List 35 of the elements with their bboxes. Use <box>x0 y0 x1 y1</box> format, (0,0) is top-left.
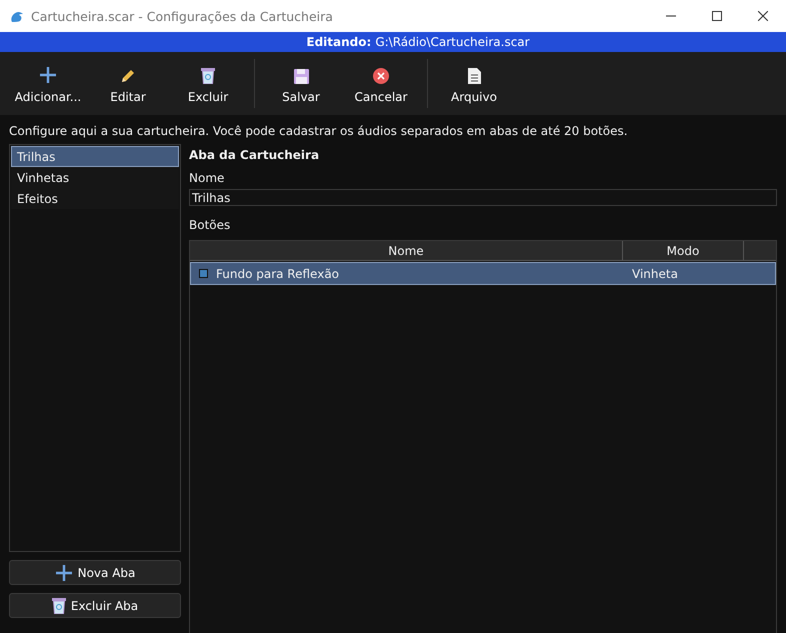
toolbar-button[interactable]: Salvar <box>261 52 341 115</box>
save-icon <box>294 68 308 84</box>
tab-list-item[interactable]: Vinhetas <box>11 167 179 188</box>
editing-label: Editando: <box>306 35 372 49</box>
column-header[interactable]: Modo <box>623 241 744 260</box>
close-icon <box>758 11 768 21</box>
toolbar-button[interactable]: Arquivo <box>434 52 514 115</box>
column-header[interactable]: Nome <box>190 241 623 260</box>
table-row[interactable]: Fundo para Reflexão Vinheta <box>190 262 776 285</box>
toolbar-button[interactable]: Cancelar <box>341 52 421 115</box>
square-icon <box>199 269 208 278</box>
plus-icon <box>54 564 73 582</box>
intro-text: Configure aqui a sua cartucheira. Você pode cadastrar os áudios separados em abas de até 20 botões. <box>8 123 629 140</box>
trash-icon <box>52 598 66 614</box>
toolbar-button[interactable]: Editar <box>88 52 168 115</box>
table-cell: Fundo para Reflexão <box>216 266 340 280</box>
pencil-icon <box>120 68 136 84</box>
tab-action-button[interactable]: Nova Aba <box>9 560 181 585</box>
toolbar-button[interactable]: Adicionar... <box>8 52 88 115</box>
name-label: Nome <box>189 171 226 185</box>
name-input-field[interactable]: Trilhas <box>189 189 777 206</box>
file-path: G:\Rádio\Cartucheira.scar <box>375 35 530 49</box>
plus-icon <box>39 66 57 84</box>
window-title: Cartucheira.scar - Configurações da Cartucheira <box>31 8 334 24</box>
tab-list-item[interactable]: Efeitos <box>11 188 179 209</box>
cancel-icon <box>373 68 389 84</box>
table-cell-text: Vinheta <box>631 266 678 280</box>
section-heading: Aba da Cartucheira <box>189 148 320 162</box>
document-icon <box>468 68 480 84</box>
tab-list-item[interactable]: Trilhas <box>11 146 179 167</box>
trash-icon <box>201 68 215 84</box>
maximize-icon <box>712 11 722 21</box>
buttons-label: Botões <box>189 218 232 232</box>
toolbar-button[interactable]: Excluir <box>168 52 248 115</box>
tab-action-button[interactable]: Excluir Aba <box>9 593 181 618</box>
